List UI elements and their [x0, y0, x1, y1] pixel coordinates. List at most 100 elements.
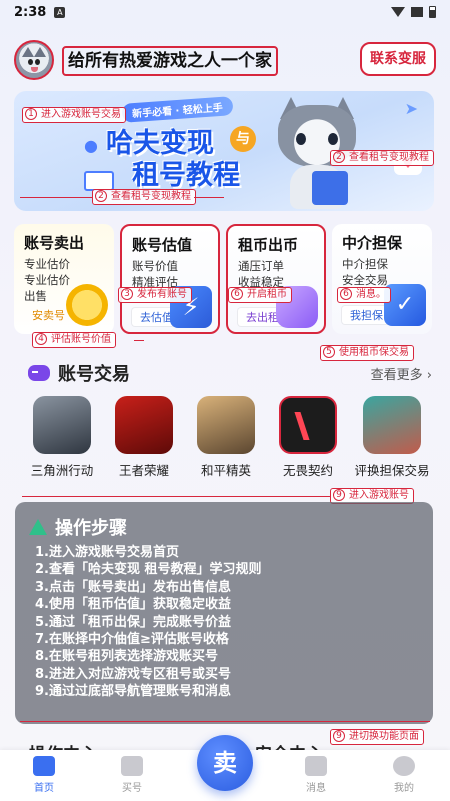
- tab-buy[interactable]: 买号: [102, 756, 162, 794]
- step-item: 1.进入游戏账号交易首页: [35, 545, 179, 560]
- home-icon: [33, 756, 55, 776]
- mascot-eye-right: [328, 133, 338, 145]
- gamepad-icon: [28, 365, 50, 381]
- annotation-number: 6: [340, 288, 352, 300]
- step-item: 4.使用「租币估值」获取稳定收益: [35, 597, 231, 613]
- step-item: 2.查看「哈夫变现 租号教程」学习规则: [35, 562, 262, 578]
- annotation-text: 查看租号变现教程: [349, 152, 429, 163]
- game-name: 三角洲行动: [30, 463, 94, 478]
- annotation-number: 3: [121, 288, 133, 300]
- annotation-line: [22, 496, 330, 497]
- tab-label: 消息: [306, 783, 326, 794]
- tab-messages[interactable]: 消息: [286, 756, 346, 794]
- game-icon: [33, 396, 91, 454]
- annotation-line: [194, 197, 224, 198]
- steps-header: 操作步骤: [29, 514, 127, 540]
- annotation-text: 进入游戏账号: [349, 490, 409, 501]
- annotation-text: 查看租号变现教程: [111, 191, 191, 202]
- game-icon: [363, 396, 421, 454]
- feature-line: 专业估价: [24, 257, 70, 271]
- game-icon: [115, 396, 173, 454]
- steps-list: 1.进入游戏账号交易首页 2.查看「哈夫变现 租号教程」学习规则 3.点击「账号…: [35, 544, 262, 701]
- shopping-bag-icon: [121, 756, 143, 776]
- annotation-number: 1: [25, 108, 37, 120]
- message-icon: [305, 756, 327, 776]
- status-bar: 2:38 A: [0, 0, 450, 24]
- feature-sell-account[interactable]: 账号卖出 专业估价 专业估价 出售 安卖号: [14, 224, 114, 334]
- feature-row: 账号卖出 专业估价 专业估价 出售 安卖号 账号估值 账号价值 精准评估 去估值…: [14, 224, 434, 336]
- game-item-peacekeeper-elite[interactable]: 和平精英: [186, 396, 266, 479]
- game-name: 无畏契约: [282, 463, 333, 478]
- annotation-1: 1 进入游戏账号交易: [22, 107, 126, 123]
- section-title: 账号交易: [58, 364, 130, 385]
- tab-profile[interactable]: 我的: [374, 756, 434, 794]
- annotation-text: 进入游戏账号交易: [41, 109, 121, 120]
- mascot-book: [312, 171, 348, 205]
- mascot-eye-left: [296, 133, 306, 145]
- game-item-valorant[interactable]: 无畏契约: [268, 396, 348, 479]
- step-item: 9.通过过底部导航管理账号和消息: [35, 684, 231, 700]
- profile-icon: [393, 756, 415, 776]
- annotation-text: 发布有账号: [137, 289, 187, 300]
- avatar-ear-left: [22, 47, 34, 57]
- feature-title: 租币出币: [238, 236, 299, 254]
- annotation-text: 评估账号价值: [51, 334, 111, 345]
- paw-icon: ●: [84, 136, 98, 155]
- section-header: 账号交易: [28, 360, 130, 386]
- annotation-6a: 6 开启租币: [228, 287, 292, 303]
- battery-icon: [429, 6, 436, 18]
- sell-fab-button[interactable]: 卖: [197, 735, 253, 791]
- book-icon: [84, 171, 114, 191]
- coin-icon: [66, 284, 108, 326]
- annotation-number: 2: [95, 190, 107, 202]
- annotation-4: 4 评估账号价值: [32, 332, 116, 348]
- clock: 2:38: [14, 4, 47, 20]
- game-icon: [197, 396, 255, 454]
- banner-title-line2: 租号教程: [132, 160, 240, 191]
- step-item: 3.点击「账号卖出」发布出售信息: [35, 579, 231, 595]
- avatar[interactable]: [14, 40, 54, 80]
- paper-plane-icon: ➤: [404, 99, 418, 118]
- feature-rent-out[interactable]: 租币出币 通压订单 收益稳定 去出租: [226, 224, 326, 334]
- tab-label: 买号: [122, 783, 142, 794]
- annotation-number: 9: [333, 489, 345, 501]
- feature-title: 账号估值: [132, 236, 193, 254]
- valorant-icon: [279, 396, 337, 454]
- avatar-ear-right: [34, 47, 46, 57]
- game-item-escrow-trade[interactable]: 评换担保交易: [352, 396, 432, 479]
- step-item: 5.通过「租币出保」完成账号价益: [35, 614, 231, 630]
- step-item: 8.在账号租列表选择游戏账买号: [35, 649, 218, 665]
- feature-line: 中介担保: [342, 257, 388, 271]
- annotation-number: 4: [35, 333, 47, 345]
- steps-title: 操作步骤: [55, 518, 127, 539]
- triangle-logo-icon: [29, 519, 47, 535]
- avatar-eye-left: [28, 59, 33, 65]
- annotation-number: 2: [333, 151, 345, 163]
- contact-service-button[interactable]: 联系变服: [360, 42, 436, 76]
- header: 给所有热爱游戏之人一个家 联系变服: [14, 38, 436, 82]
- game-name: 评换担保交易: [354, 463, 430, 478]
- game-item-delta-force[interactable]: 三角洲行动: [22, 396, 102, 479]
- tab-home[interactable]: 首页: [14, 756, 74, 794]
- feature-title: 中介担保: [342, 234, 403, 252]
- wifi-icon: [391, 7, 405, 17]
- view-more-link[interactable]: 查看更多 ›: [371, 364, 432, 383]
- tab-label: 首页: [34, 783, 54, 794]
- avatar-eye-right: [35, 59, 40, 65]
- step-item: 8.进进入对应游戏专区租号或买号: [35, 666, 231, 682]
- annotation-text: 开启租币: [247, 289, 287, 300]
- feature-line: 专业估价: [24, 273, 70, 287]
- annotation-line: [20, 721, 430, 722]
- annotation-line: [134, 340, 144, 341]
- feature-account-valuation[interactable]: 账号估值 账号价值 精准评估 去估值 ⚡: [120, 224, 220, 334]
- notification-icon: A: [54, 6, 66, 18]
- account-trading-section: 账号交易 查看更多 › 三角洲行动 王者荣耀 和平精英 无畏契约 评换担保交易: [14, 350, 436, 500]
- signal-icon: [411, 7, 423, 17]
- step-item: 7.在账择中介伷值≥评估账号收格: [35, 632, 229, 648]
- feature-line: 通压订单: [238, 259, 284, 273]
- feature-escrow[interactable]: 中介担保 中介担保 安全交易 我担保 ✓: [332, 224, 432, 334]
- game-item-honor-of-kings[interactable]: 王者荣耀: [104, 396, 184, 479]
- feature-line: 账号价值: [132, 259, 178, 273]
- annotation-2: 2 查看租号变现教程: [330, 150, 434, 166]
- tab-label: 我的: [394, 783, 414, 794]
